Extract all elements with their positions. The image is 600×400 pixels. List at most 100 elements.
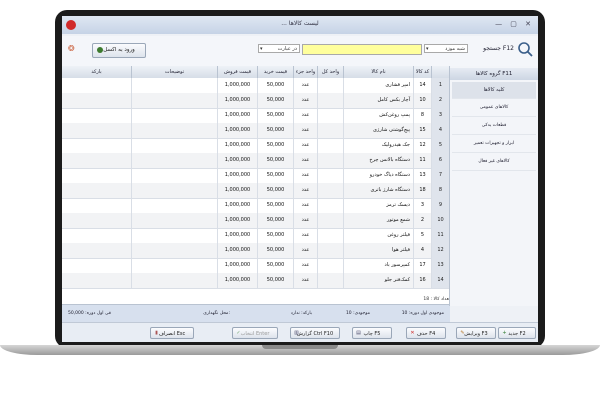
cell-sell-price: 1,000,000 <box>218 243 258 258</box>
cell-barcode <box>62 153 132 168</box>
search-field-combo[interactable]: ▾ شبه موزد <box>424 44 468 53</box>
cell-name: پیچ‌گوشتی شارژی <box>344 123 414 138</box>
table-row[interactable]: 2 10 آچار بکس کامل عدد 50,000 1,000,000 <box>62 93 450 109</box>
table-row[interactable]: 7 13 دستگاه دیاگ خودرو عدد 50,000 1,000,000 <box>62 168 450 184</box>
table-row[interactable]: 10 2 شمع موتور عدد 50,000 1,000,000 <box>62 213 450 229</box>
cell-unit-part: عدد <box>294 153 318 168</box>
cell-unit-part: عدد <box>294 213 318 228</box>
cell-code: 10 <box>414 93 432 108</box>
match-mode-combo[interactable]: ▾ در عبارت <box>258 44 300 53</box>
cell-buy-price: 50,000 <box>258 93 294 108</box>
cell-buy-price: 50,000 <box>258 198 294 213</box>
title-bar: ... لیست کالاها — ▢ ✕ <box>62 16 538 34</box>
stock: موجودی: 10 <box>345 311 370 316</box>
col-header-unit-part[interactable]: واحد جزء <box>294 66 318 78</box>
excel-button[interactable]: ورود به اکسل <box>92 43 146 58</box>
table-row[interactable]: 6 11 دستگاه بالانس چرخ عدد 50,000 1,000,000 <box>62 153 450 169</box>
sidebar-item-parts[interactable]: قطعات یدکی <box>452 118 536 135</box>
table-row[interactable]: 3 8 پمپ روغن‌کش عدد 50,000 1,000,000 <box>62 108 450 124</box>
select-button[interactable]: ✓ انتخاب Enter <box>232 327 278 339</box>
table-row[interactable]: 12 4 فیلتر هوا عدد 50,000 1,000,000 <box>62 243 450 259</box>
cell-code: 11 <box>414 153 432 168</box>
action-bar: + جدید F2 ✎ ویرایش F3 ✕ حذف F4 ▤ چاپ F5 ▥ گزا… <box>62 322 538 342</box>
cell-sell-price: 1,000,000 <box>218 198 258 213</box>
cell-buy-price: 50,000 <box>258 258 294 273</box>
cell-unit-total <box>318 138 344 153</box>
cell-unit-part: عدد <box>294 198 318 213</box>
cell-sell-price: 1,000,000 <box>218 213 258 228</box>
window-controls[interactable]: — ▢ ✕ <box>495 20 534 28</box>
cell-unit-part: عدد <box>294 273 318 288</box>
col-header-barcode[interactable]: بارکد <box>62 66 132 78</box>
printer-icon: ▤ <box>356 330 361 336</box>
cell-unit-total <box>318 213 344 228</box>
location-info: محل نگهداری: <box>203 311 230 316</box>
sidebar-item-inactive[interactable]: کالاهای غیر فعال <box>452 154 536 171</box>
table-row[interactable]: 13 17 کمپرسور باد عدد 50,000 1,000,000 <box>62 258 450 274</box>
sidebar-item-general[interactable]: کالاهای عمومی <box>452 100 536 117</box>
table-row[interactable]: 14 16 کمک‌فنر جلو عدد 50,000 1,000,000 <box>62 273 450 289</box>
cell-description <box>132 183 218 198</box>
cell-unit-total <box>318 183 344 198</box>
edit-button[interactable]: ✎ ویرایش F3 <box>456 327 496 339</box>
cell-unit-total <box>318 93 344 108</box>
col-header-description[interactable]: توضیحات <box>132 66 218 78</box>
cell-sell-price: 1,000,000 <box>218 183 258 198</box>
cell-code: 14 <box>414 78 432 93</box>
cell-unit-total <box>318 228 344 243</box>
row-number: 9 <box>432 198 450 213</box>
cell-description <box>132 108 218 123</box>
search-input[interactable] <box>302 44 422 55</box>
cell-name: کمپرسور باد <box>344 258 414 273</box>
barcode-info: بارکد: ندارد <box>290 311 312 316</box>
cell-buy-price: 50,000 <box>258 228 294 243</box>
delete-button[interactable]: ✕ حذف F4 <box>406 327 446 339</box>
help-icon[interactable]: ❂ <box>68 44 78 54</box>
col-header-name[interactable]: نام کالا <box>344 66 414 78</box>
cell-sell-price: 1,000,000 <box>218 258 258 273</box>
report-icon: ▥ <box>294 330 299 336</box>
cancel-button[interactable]: ▮ انصراف Esc <box>150 327 194 339</box>
cell-buy-price: 50,000 <box>258 78 294 93</box>
cell-buy-price: 50,000 <box>258 123 294 138</box>
table-row[interactable]: 8 18 دستگاه شارژ باتری عدد 50,000 1,000,000 <box>62 183 450 199</box>
col-header-unit-total[interactable]: واحد کل <box>318 66 344 78</box>
cell-description <box>132 228 218 243</box>
cell-unit-total <box>318 273 344 288</box>
opening-stock: موجودی اول دوره: 10 <box>401 311 444 316</box>
row-number: 13 <box>432 258 450 273</box>
cell-name: پمپ روغن‌کش <box>344 108 414 123</box>
cell-buy-price: 50,000 <box>258 108 294 123</box>
col-header-buy-price[interactable]: قیمت خرید <box>258 66 294 78</box>
cell-name: فیلتر هوا <box>344 243 414 258</box>
cell-unit-total <box>318 123 344 138</box>
cell-sell-price: 1,000,000 <box>218 138 258 153</box>
toolbar: جستجو F12 ▾ شبه موزد ▾ در عبارت ورود به … <box>62 36 538 67</box>
row-number: 6 <box>432 153 450 168</box>
sidebar-item-all[interactable]: کلیه کالاها <box>452 82 536 99</box>
col-header-sell-price[interactable]: قیمت فروش <box>218 66 258 78</box>
row-number: 1 <box>432 78 450 93</box>
new-button[interactable]: + جدید F2 <box>498 327 536 339</box>
cell-barcode <box>62 243 132 258</box>
table-row[interactable]: 1 14 امپر فشاری عدد 50,000 1,000,000 <box>62 78 450 94</box>
cell-code: 15 <box>414 123 432 138</box>
row-number: 12 <box>432 243 450 258</box>
cell-buy-price: 50,000 <box>258 153 294 168</box>
table-row[interactable]: 11 5 فیلتر روغن عدد 50,000 1,000,000 <box>62 228 450 244</box>
table-row[interactable]: 5 12 جک هیدرولیک عدد 50,000 1,000,000 <box>62 138 450 154</box>
table-row[interactable]: 9 3 دیسک ترمز عدد 50,000 1,000,000 <box>62 198 450 214</box>
cell-unit-total <box>318 168 344 183</box>
cell-barcode <box>62 93 132 108</box>
sidebar-item-tools[interactable]: ابزار و تجهیزات تعمیر <box>452 136 536 153</box>
laptop-notch <box>262 345 338 349</box>
cell-unit-total <box>318 78 344 93</box>
report-button[interactable]: ▥ گزارش Ctrl F10 <box>290 327 340 339</box>
table-row[interactable]: 4 15 پیچ‌گوشتی شارژی عدد 50,000 1,000,000 <box>62 123 450 139</box>
col-header-code[interactable]: کد کالا <box>414 66 432 78</box>
search-label: جستجو F12 <box>483 45 514 52</box>
print-button[interactable]: ▤ چاپ F5 <box>352 327 392 339</box>
cell-description <box>132 243 218 258</box>
search-icon[interactable] <box>516 40 534 58</box>
cell-barcode <box>62 213 132 228</box>
